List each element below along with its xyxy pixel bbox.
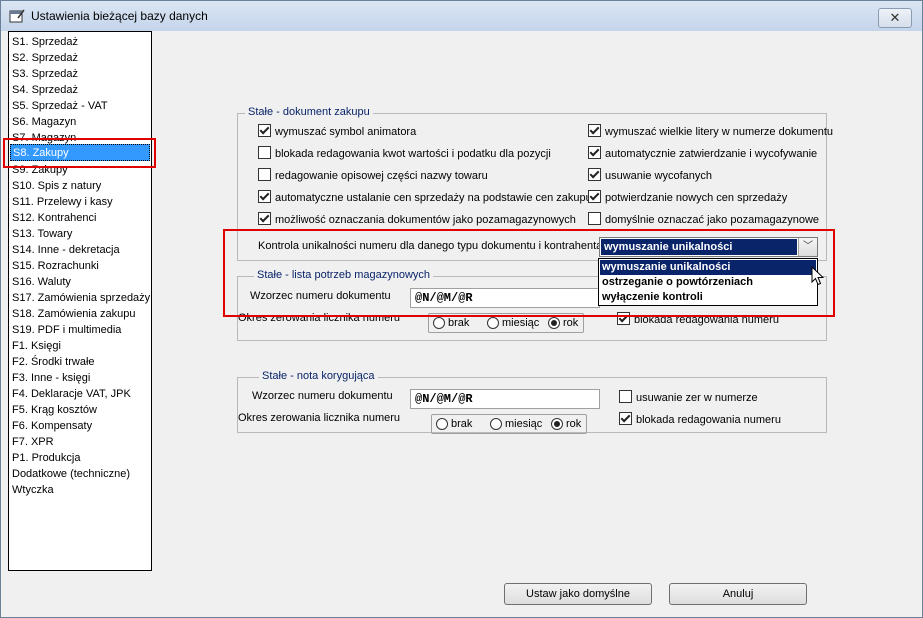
sidebar-item[interactable]: S10. Spis z natury bbox=[12, 178, 101, 194]
sidebar-item[interactable]: S9. Zakupy bbox=[12, 162, 68, 178]
checkbox-box[interactable] bbox=[258, 212, 271, 225]
checkbox-box[interactable] bbox=[258, 190, 271, 203]
pattern-label: Wzorzec numeru dokumentu bbox=[250, 290, 391, 302]
radio-dot[interactable] bbox=[490, 418, 502, 430]
sidebar-item[interactable]: S6. Magazyn bbox=[12, 114, 76, 130]
checkbox-box[interactable] bbox=[588, 124, 601, 137]
checkbox-right-3[interactable]: potwierdzanie nowych cen sprzedaży bbox=[588, 190, 787, 206]
radio-dot[interactable] bbox=[548, 317, 560, 329]
sidebar-item[interactable]: S2. Sprzedaż bbox=[12, 50, 78, 66]
uniqueness-combo-value: wymuszanie unikalności bbox=[601, 239, 797, 255]
note-pattern-input[interactable]: @N/@M/@R bbox=[410, 389, 600, 409]
sidebar-item[interactable]: Wtyczka bbox=[12, 482, 54, 498]
checkbox-left-3[interactable]: automatyczne ustalanie cen sprzedaży na … bbox=[258, 190, 592, 206]
radio-year[interactable]: rok bbox=[548, 316, 578, 332]
checkbox-note-block-number[interactable]: blokada redagowania numeru bbox=[619, 412, 781, 428]
checkbox-right-4[interactable]: domyślnie oznaczać jako pozamagazynowe bbox=[588, 212, 819, 228]
settings-category-list[interactable]: S1. Sprzedaż S2. Sprzedaż S3. Sprzedaż S… bbox=[8, 31, 152, 571]
checkbox-box[interactable] bbox=[258, 146, 271, 159]
reset-period-radiogroup: brak miesiąc rok bbox=[428, 313, 584, 333]
checkbox-box[interactable] bbox=[258, 168, 271, 181]
checkbox-left-0[interactable]: wymuszać symbol animatora bbox=[258, 124, 416, 140]
reset-period-label: Okres zerowania licznika numeru bbox=[238, 312, 401, 324]
dropdown-option[interactable]: ostrzeganie o powtórzeniach bbox=[600, 275, 816, 290]
sidebar-item[interactable]: Dodatkowe (techniczne) bbox=[12, 466, 130, 482]
uniqueness-combo[interactable]: wymuszanie unikalności ﹀ bbox=[599, 237, 818, 257]
sidebar-item[interactable]: S1. Sprzedaż bbox=[12, 34, 78, 50]
set-default-button[interactable]: Ustaw jako domyślne bbox=[504, 583, 652, 605]
checkbox-box[interactable] bbox=[619, 412, 632, 425]
checkbox-box[interactable] bbox=[619, 390, 632, 403]
close-button[interactable]: ✕ bbox=[878, 8, 912, 28]
checkbox-remove-zeros[interactable]: usuwanie zer w numerze bbox=[619, 390, 758, 406]
settings-app-icon bbox=[9, 9, 25, 23]
group-purchase-document-title: Stałe - dokument zakupu bbox=[245, 106, 373, 118]
sidebar-item[interactable]: S5. Sprzedaż - VAT bbox=[12, 98, 108, 114]
note-radio-none[interactable]: brak bbox=[436, 417, 472, 433]
group-correction-note-title: Stałe - nota korygująca bbox=[259, 370, 378, 382]
cancel-button[interactable]: Anuluj bbox=[669, 583, 807, 605]
radio-dot[interactable] bbox=[433, 317, 445, 329]
radio-dot[interactable] bbox=[436, 418, 448, 430]
sidebar-item[interactable]: S12. Kontrahenci bbox=[12, 210, 96, 226]
sidebar-item[interactable]: F4. Deklaracje VAT, JPK bbox=[12, 386, 131, 402]
checkbox-right-2[interactable]: usuwanie wycofanych bbox=[588, 168, 712, 184]
checkbox-box[interactable] bbox=[258, 124, 271, 137]
checkbox-left-2[interactable]: redagowanie opisowej części nazwy towaru bbox=[258, 168, 488, 184]
uniqueness-dropdown[interactable]: wymuszanie unikalności ostrzeganie o pow… bbox=[598, 258, 818, 306]
checkbox-box[interactable] bbox=[588, 168, 601, 181]
sidebar-item-selected[interactable]: S8. Zakupy bbox=[10, 144, 150, 161]
settings-window: Ustawienia bieżącej bazy danych ✕ S1. Sp… bbox=[0, 0, 923, 618]
note-reset-period-label: Okres zerowania licznika numeru bbox=[238, 412, 401, 424]
radio-dot[interactable] bbox=[551, 418, 563, 430]
sidebar-item[interactable]: S19. PDF i multimedia bbox=[12, 322, 121, 338]
dropdown-option[interactable]: wyłączenie kontroli bbox=[600, 290, 816, 305]
sidebar-item[interactable]: S3. Sprzedaż bbox=[12, 66, 78, 82]
radio-none[interactable]: brak bbox=[433, 316, 469, 332]
sidebar-item[interactable]: F1. Księgi bbox=[12, 338, 61, 354]
sidebar-item[interactable]: S17. Zamówienia sprzedaży bbox=[12, 290, 150, 306]
note-pattern-label: Wzorzec numeru dokumentu bbox=[252, 390, 393, 402]
sidebar-item[interactable]: F3. Inne - księgi bbox=[12, 370, 90, 386]
checkbox-box[interactable] bbox=[588, 190, 601, 203]
checkbox-box[interactable] bbox=[588, 146, 601, 159]
uniqueness-label: Kontrola unikalności numeru dla danego t… bbox=[258, 240, 603, 252]
checkbox-right-0[interactable]: wymuszać wielkie litery w numerze dokume… bbox=[588, 124, 833, 140]
checkbox-left-4[interactable]: możliwość oznaczania dokumentów jako poz… bbox=[258, 212, 576, 228]
close-icon: ✕ bbox=[889, 10, 901, 25]
sidebar-item[interactable]: S13. Towary bbox=[12, 226, 72, 242]
sidebar-item[interactable]: S11. Przelewy i kasy bbox=[12, 194, 113, 210]
note-radio-month[interactable]: miesiąc bbox=[490, 417, 542, 433]
checkbox-box[interactable] bbox=[588, 212, 601, 225]
checkbox-right-1[interactable]: automatycznie zatwierdzanie i wycofywani… bbox=[588, 146, 817, 162]
checkbox-box[interactable] bbox=[617, 312, 630, 325]
sidebar-item[interactable]: F7. XPR bbox=[12, 434, 54, 450]
sidebar-item[interactable]: F6. Kompensaty bbox=[12, 418, 92, 434]
sidebar-item[interactable]: S14. Inne - dekretacja bbox=[12, 242, 120, 258]
sidebar-item[interactable]: P1. Produkcja bbox=[12, 450, 80, 466]
checkbox-left-1[interactable]: blokada redagowania kwot wartości i poda… bbox=[258, 146, 551, 162]
dropdown-option[interactable]: wymuszanie unikalności bbox=[600, 260, 816, 275]
pattern-input[interactable]: @N/@M/@R bbox=[410, 288, 600, 308]
checkbox-block-number[interactable]: blokada redagowania numeru bbox=[617, 312, 779, 328]
note-reset-period-radiogroup: brak miesiąc rok bbox=[431, 414, 587, 434]
mouse-cursor-icon bbox=[811, 266, 825, 286]
chevron-down-icon[interactable]: ﹀ bbox=[798, 238, 817, 256]
sidebar-item[interactable]: S4. Sprzedaż bbox=[12, 82, 78, 98]
sidebar-item[interactable]: F2. Środki trwałe bbox=[12, 354, 95, 370]
sidebar-item[interactable]: F5. Krąg kosztów bbox=[12, 402, 97, 418]
window-title: Ustawienia bieżącej bazy danych bbox=[31, 9, 208, 23]
title-bar: Ustawienia bieżącej bazy danych ✕ bbox=[1, 1, 922, 31]
sidebar-item[interactable]: S16. Waluty bbox=[12, 274, 71, 290]
radio-dot[interactable] bbox=[487, 317, 499, 329]
radio-month[interactable]: miesiąc bbox=[487, 316, 539, 332]
group-stock-needs-list-title: Stałe - lista potrzeb magazynowych bbox=[254, 269, 434, 281]
sidebar-item[interactable]: S18. Zamówienia zakupu bbox=[12, 306, 136, 322]
note-radio-year[interactable]: rok bbox=[551, 417, 581, 433]
sidebar-item[interactable]: S15. Rozrachunki bbox=[12, 258, 99, 274]
